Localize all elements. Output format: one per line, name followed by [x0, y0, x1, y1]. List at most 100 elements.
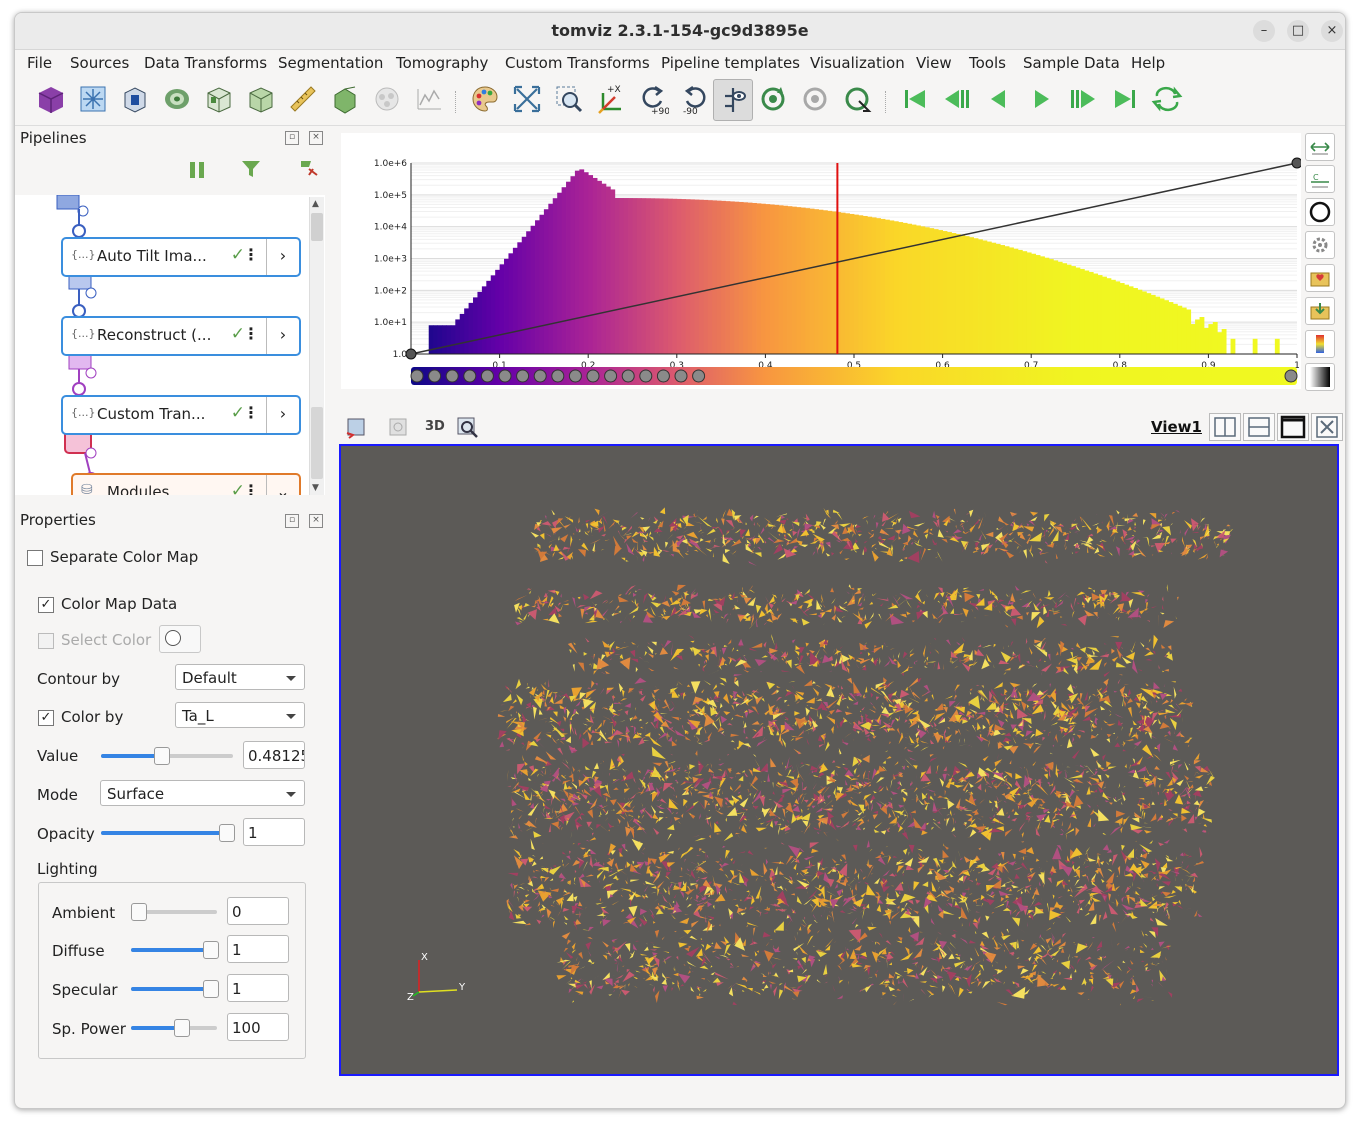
reset-colormap-button[interactable]: [1305, 198, 1335, 226]
volume-icon[interactable]: [203, 83, 235, 115]
menu-custom-transforms[interactable]: Custom Transforms: [505, 54, 650, 72]
slider-handle[interactable]: [203, 980, 219, 998]
zoom-region-icon[interactable]: [553, 83, 585, 115]
sp-power-slider[interactable]: [131, 1019, 217, 1037]
outline-icon[interactable]: [329, 83, 361, 115]
select-color-checkbox[interactable]: [38, 633, 54, 649]
menu-view[interactable]: View: [916, 54, 952, 72]
load-preset-icon[interactable]: [1305, 297, 1335, 325]
color-by-select[interactable]: Ta_L: [175, 702, 305, 728]
ambient-input[interactable]: 0: [227, 897, 289, 925]
select-color-button[interactable]: [159, 625, 201, 653]
slider-handle[interactable]: [219, 824, 235, 842]
slider-handle[interactable]: [203, 941, 219, 959]
play-icon[interactable]: [1025, 83, 1057, 115]
threshold-icon[interactable]: [245, 83, 277, 115]
zoom-to-box-icon[interactable]: [455, 415, 479, 439]
ruler-icon[interactable]: [287, 83, 319, 115]
projection-3d-button[interactable]: 3D: [425, 419, 445, 434]
pause-icon[interactable]: [189, 161, 205, 179]
capture-camera-icon[interactable]: [345, 415, 369, 439]
menu-segmentation[interactable]: Segmentation: [278, 54, 383, 72]
isosurface-render[interactable]: [341, 446, 1337, 1074]
float-panel-button[interactable]: ▫: [285, 514, 299, 528]
first-frame-icon[interactable]: [899, 83, 931, 115]
view-title[interactable]: View1: [1151, 418, 1202, 436]
contour-icon[interactable]: [161, 83, 193, 115]
scrollbar-thumb-lower[interactable]: [311, 407, 323, 479]
close-window-button[interactable]: ×: [1321, 20, 1343, 42]
histogram-svg[interactable]: 1.01.0e+11.0e+21.0e+31.0e+41.0e+51.0e+60…: [341, 133, 1303, 389]
scroll-down-icon[interactable]: ▼: [312, 483, 319, 493]
contour-by-select[interactable]: Default: [175, 664, 305, 690]
last-frame-icon[interactable]: [1109, 83, 1141, 115]
previous-frame-icon[interactable]: [941, 83, 973, 115]
split-vertical-button[interactable]: [1243, 413, 1275, 441]
pipeline-settings-icon[interactable]: [297, 157, 319, 179]
mode-select[interactable]: Surface: [100, 780, 305, 806]
slider-handle[interactable]: [154, 747, 170, 765]
slider-handle[interactable]: [131, 903, 147, 921]
close-view-button[interactable]: [1311, 413, 1343, 441]
menu-help[interactable]: Help: [1131, 54, 1165, 72]
sp-power-input[interactable]: 100: [227, 1013, 289, 1041]
custom-range-button[interactable]: C: [1305, 165, 1335, 193]
scrollbar-thumb[interactable]: [311, 213, 323, 241]
choose-preset-icon[interactable]: [1305, 330, 1335, 358]
expand-node-button[interactable]: ›: [266, 397, 299, 433]
expand-node-button[interactable]: ›: [266, 318, 299, 354]
grayscale-preset-icon[interactable]: [1305, 363, 1335, 391]
expand-node-button[interactable]: ›: [266, 239, 299, 275]
ambient-slider[interactable]: [131, 903, 217, 921]
diffuse-input[interactable]: 1: [227, 935, 289, 963]
histogram-chart[interactable]: 1.0 1.0e+1 1.0e+2 1.0e+3 1.0e+4 1.0e+5 1.0e+6 0…: [341, 133, 1303, 389]
save-preset-icon[interactable]: [1305, 264, 1335, 292]
slice-icon[interactable]: [77, 83, 109, 115]
value-slider[interactable]: [101, 747, 233, 765]
restore-camera-icon[interactable]: [387, 415, 411, 439]
diffuse-slider[interactable]: [131, 941, 219, 959]
pipeline-node-modules[interactable]: ⛁ Modules ✓ ⋮ ⌄: [71, 473, 301, 495]
render-view[interactable]: X Y Z: [339, 444, 1339, 1076]
more-options-icon[interactable]: ⋮: [243, 403, 259, 422]
value-input[interactable]: 0.48125: [243, 741, 305, 769]
more-options-icon[interactable]: ⋮: [243, 324, 259, 343]
scroll-up-icon[interactable]: ▲: [312, 199, 319, 209]
opacity-input[interactable]: 1: [243, 818, 305, 846]
close-panel-button[interactable]: ×: [309, 131, 323, 145]
pick-center-icon[interactable]: [841, 83, 873, 115]
minimize-button[interactable]: –: [1253, 20, 1275, 42]
specular-slider[interactable]: [131, 980, 219, 998]
filter-icon[interactable]: [241, 159, 261, 179]
center-rotation-icon[interactable]: [799, 83, 831, 115]
menu-pipeline-templates[interactable]: Pipeline templates: [661, 54, 800, 72]
cube-source-icon[interactable]: [35, 83, 67, 115]
menu-sources[interactable]: Sources: [70, 54, 129, 72]
color-palette-icon[interactable]: [469, 83, 501, 115]
menu-visualization[interactable]: Visualization: [810, 54, 905, 72]
interaction-mode-icon[interactable]: [713, 79, 753, 121]
collapse-node-button[interactable]: ⌄: [266, 475, 299, 495]
menu-data-transforms[interactable]: Data Transforms: [144, 54, 267, 72]
slider-handle[interactable]: [174, 1019, 190, 1037]
rotate-minus90-icon[interactable]: -90: [679, 83, 711, 117]
loop-icon[interactable]: [1151, 83, 1183, 115]
menu-tools[interactable]: Tools: [969, 54, 1006, 72]
rescale-range-button[interactable]: [1305, 133, 1335, 161]
maximize-view-button[interactable]: [1277, 413, 1309, 441]
more-options-icon[interactable]: ⋮: [243, 245, 259, 264]
pipeline-scrollbar[interactable]: ▲ ▼: [309, 197, 324, 495]
pipeline-node-reconstruct[interactable]: {...} Reconstruct (... ✓ ⋮ ›: [61, 316, 301, 356]
opacity-slider[interactable]: [101, 824, 235, 842]
split-horizontal-button[interactable]: [1209, 413, 1241, 441]
menu-sample-data[interactable]: Sample Data: [1023, 54, 1120, 72]
reset-camera-icon[interactable]: [511, 83, 543, 115]
next-frame-icon[interactable]: [1067, 83, 1099, 115]
float-panel-button[interactable]: ▫: [285, 131, 299, 145]
plot-icon[interactable]: [413, 83, 445, 115]
molecule-icon[interactable]: [371, 83, 403, 115]
reset-view-icon[interactable]: [757, 83, 789, 115]
separate-color-map-checkbox[interactable]: [27, 550, 43, 566]
more-options-icon[interactable]: ⋮: [243, 481, 259, 495]
close-panel-button[interactable]: ×: [309, 514, 323, 528]
